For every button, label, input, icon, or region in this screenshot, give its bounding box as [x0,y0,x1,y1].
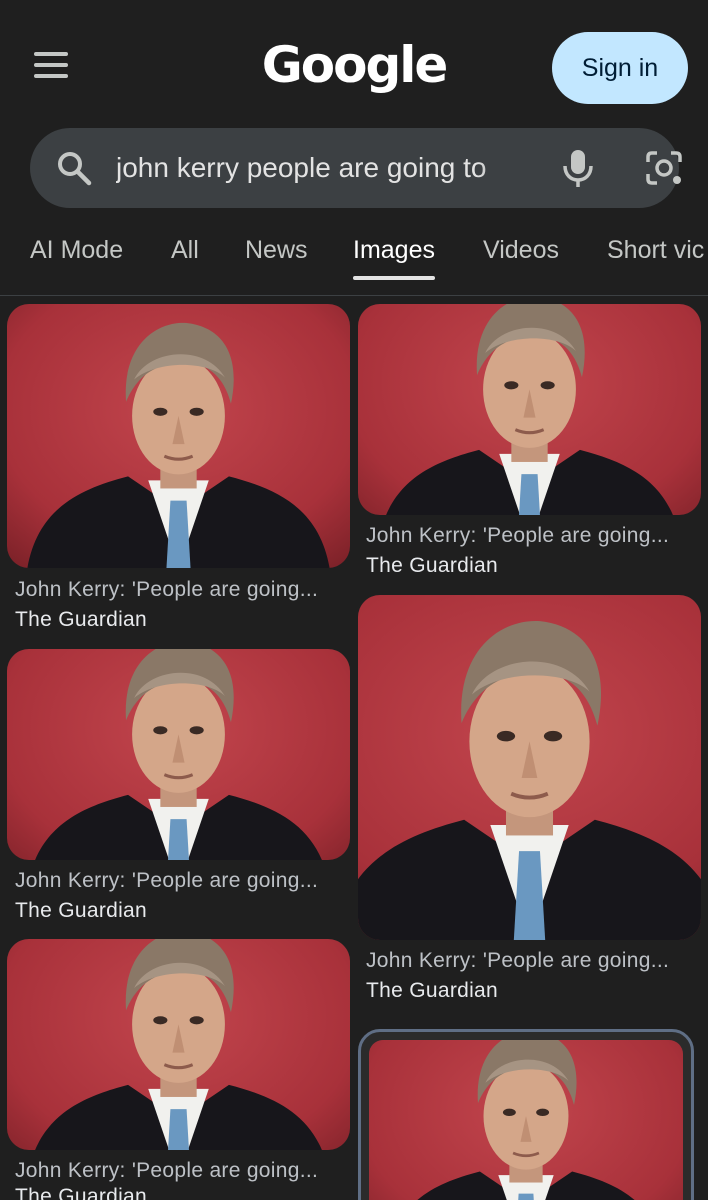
result-source: The Guardian [15,899,148,922]
result-title[interactable]: John Kerry: 'People are going... [15,578,318,602]
result-photo [7,939,350,1150]
tab-news[interactable]: News [245,236,308,265]
tab-videos[interactable]: Videos [483,236,559,265]
result-image[interactable] [7,939,350,1150]
result-source: The Guardian [15,608,148,631]
result-photo [7,304,350,568]
result-photo [369,1040,683,1200]
image-result[interactable]: John Kerry: 'People are going... The Gua… [7,649,350,929]
result-source: The Guardian [366,554,499,577]
sign-in-button[interactable]: Sign in [552,32,688,104]
tab-short-videos[interactable]: Short vic [607,236,704,265]
image-result[interactable]: John Kerry: 'People are going... The Gua… [7,304,350,634]
search-bar [30,128,682,208]
tab-all[interactable]: All [171,236,199,265]
image-result[interactable]: John Kerry: 'People are going... The Gua… [7,939,350,1200]
tab-images[interactable]: Images [353,236,435,280]
result-photo [358,304,701,515]
lens-icon[interactable] [644,150,684,186]
result-image[interactable] [369,1040,683,1200]
search-icon[interactable] [56,150,92,186]
result-title[interactable]: John Kerry: 'People are going... [366,524,669,548]
result-image[interactable] [358,304,701,515]
search-input[interactable] [116,142,536,194]
result-title[interactable]: John Kerry: 'People are going... [15,1159,318,1183]
result-title[interactable]: John Kerry: 'People are going... [15,869,318,893]
result-image[interactable] [7,304,350,568]
result-photo [7,649,350,860]
result-title[interactable]: John Kerry: 'People are going... [366,949,669,973]
image-result[interactable]: John Kerry: 'People are going... The Gua… [358,304,701,584]
search-tabs: AI Mode All News Images Videos Short vic [0,228,708,296]
result-photo [358,595,701,940]
result-source: The Guardian [366,979,499,1002]
image-result[interactable]: John Kerry: 'People are going... The Gua… [358,595,701,1015]
mic-icon[interactable] [560,148,596,188]
tab-ai-mode[interactable]: AI Mode [30,236,123,265]
result-source: The Guardian [15,1185,148,1200]
image-result[interactable] [358,1029,694,1200]
result-image[interactable] [358,595,701,940]
result-image[interactable] [7,649,350,860]
app-screen: Google Sign in AI Mode All News Images V… [0,0,708,1200]
